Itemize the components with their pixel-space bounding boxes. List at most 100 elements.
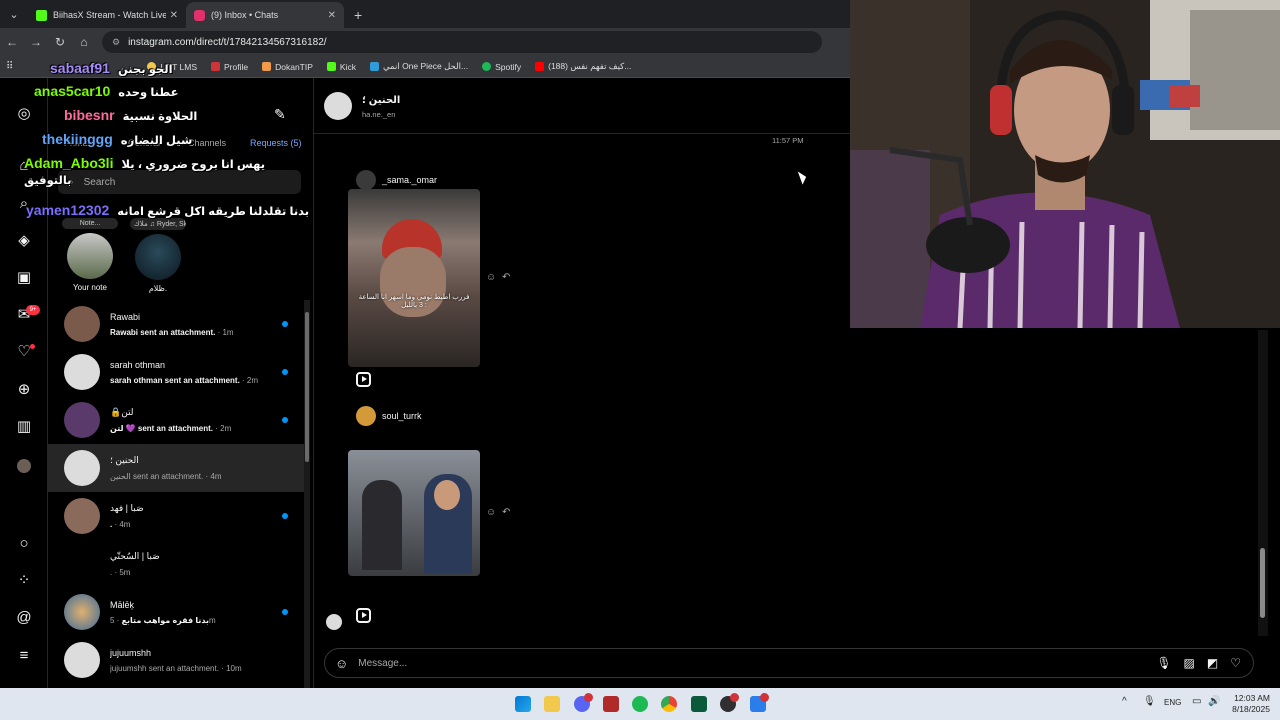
tab-requests[interactable]: Requests (5) — [250, 138, 302, 148]
instagram-logo-icon[interactable]: ◎ — [14, 104, 34, 124]
reply-icon[interactable]: ↶ — [502, 272, 510, 283]
thread-malek[interactable]: Mālēķ بدنا فقره مواهب متابع · 5m — [48, 588, 306, 636]
emoji-icon[interactable]: ☺ — [335, 656, 348, 671]
search-icon[interactable]: ⌕ — [14, 194, 34, 214]
site-info-icon[interactable]: ⚙ — [112, 37, 120, 48]
thread-saba-alsuhti[interactable]: صَبا | السُحتّي . · 5m — [48, 540, 306, 588]
chrome-icon[interactable] — [661, 696, 677, 712]
avatar — [64, 498, 100, 534]
conversation-name[interactable]: الحنين ؛ — [362, 95, 400, 106]
thread-saba-fahd[interactable]: صَبا | فهد . · 4m — [48, 492, 306, 540]
tray-mic-icon[interactable]: 🎙 — [1143, 696, 1156, 707]
thread-text: Rawabi Rawabi sent an attachment. · 1m — [110, 312, 280, 337]
tray-chevron-icon[interactable]: ^ — [1122, 696, 1127, 707]
like-heart-icon[interactable]: ♡ — [1230, 656, 1241, 670]
conversation-username: ha.ne._en — [362, 110, 396, 119]
dashboard-icon[interactable]: ▥ — [14, 417, 34, 437]
bookmark-one-piece[interactable]: انمي One Piece الحل... — [369, 61, 468, 72]
thread-time: · 2m — [242, 375, 259, 385]
note-friend[interactable]: ملاك ♫ Ryder, Skepta ظلام. — [128, 218, 188, 293]
bookmark-youtube[interactable]: (188) كيف تفهم نفس... — [535, 61, 631, 72]
bookmark-profile[interactable]: Profile — [211, 62, 248, 72]
kick-app-icon[interactable] — [691, 696, 707, 712]
search-input[interactable]: ⌕ Search — [58, 170, 301, 194]
also-from-meta-icon[interactable]: ⁘ — [14, 571, 34, 591]
shared-reel-thumbnail[interactable] — [348, 450, 480, 576]
bookmark-spotify[interactable]: Spotify — [482, 62, 521, 72]
thread-latn[interactable]: 🔒لتن لتن 💜 sent an attachment. · 2m — [48, 396, 306, 444]
shared-reel-thumbnail[interactable]: فررب اطبط نومي وما اسهر انا الساعة 3 بال… — [348, 189, 480, 367]
obs-news-icon[interactable] — [603, 696, 619, 712]
forward-icon[interactable]: → — [24, 35, 48, 49]
reload-icon[interactable]: ↻ — [48, 35, 72, 49]
reply-icon[interactable]: ↶ — [502, 507, 510, 518]
thread-name: الحنين ؛ — [110, 455, 139, 465]
tab-instagram-inbox[interactable]: (9) Inbox • Chats ✕ — [186, 2, 344, 28]
reels-icon[interactable]: ▣ — [14, 268, 34, 288]
thread-alhaneen[interactable]: الحنين ؛ الحنين sent an attachment. · 4m — [48, 444, 306, 492]
thread-name: Rawabi — [110, 311, 141, 322]
avatar — [64, 642, 100, 678]
home-icon[interactable]: ⌂ — [72, 35, 96, 49]
new-tab-icon[interactable]: + — [344, 7, 372, 28]
home-icon[interactable]: ⌂ — [14, 156, 34, 176]
thread-name: Mālēķ — [110, 599, 135, 610]
thread-sarah-othman[interactable]: sarah othman sarah othman sent an attach… — [48, 348, 306, 396]
shared-username: _sama._omar — [382, 175, 438, 185]
close-icon[interactable]: ✕ — [328, 10, 336, 21]
close-icon[interactable]: ✕ — [170, 10, 178, 21]
note-name: ظلام. — [148, 284, 168, 293]
conversation-scrollbar[interactable] — [1258, 330, 1268, 636]
threads-app-icon[interactable]: @ — [14, 608, 34, 628]
message-input[interactable]: Message... — [358, 658, 1156, 669]
tab-primary[interactable]: Primary — [64, 138, 95, 148]
message-composer[interactable]: ☺ Message... 🎙 ▨ ◩ ♡ — [324, 648, 1254, 678]
bookmark-label: UST LMS — [160, 61, 198, 72]
url-input[interactable]: ⚙ instagram.com/direct/t/178421345673161… — [102, 31, 822, 53]
new-message-icon[interactable]: ✎ — [274, 106, 286, 123]
system-clock[interactable]: 12:03 AM 8/18/2025 — [1200, 693, 1270, 715]
unread-dot — [282, 513, 288, 519]
tab-general[interactable]: General — [128, 138, 160, 148]
tab-kick-stream[interactable]: BiihasX Stream - Watch Live on ✕ — [28, 2, 186, 28]
threads-icon[interactable]: ○ — [14, 534, 34, 554]
shared-post-author[interactable]: _sama._omar — [356, 170, 437, 190]
start-icon[interactable] — [515, 696, 531, 712]
scrollbar-thumb[interactable] — [305, 312, 309, 462]
note-your-note[interactable]: Note... Your note — [60, 218, 120, 292]
browser-tab-bar: ⌄ BiihasX Stream - Watch Live on ✕ (9) I… — [0, 0, 850, 28]
bookmark-favicon-icon — [147, 62, 157, 71]
bookmark-kick[interactable]: Kick — [326, 62, 356, 72]
scrollbar-thumb[interactable] — [1260, 548, 1265, 618]
tab-channels[interactable]: Channels — [188, 138, 226, 148]
thread-name: صَبا | السُحتّي — [110, 551, 160, 561]
streamer-webcam — [850, 0, 1280, 328]
microphone — [926, 217, 1010, 273]
tab-search-icon[interactable]: ⌄ — [0, 0, 28, 28]
bookmark-label: DokanTIP — [275, 61, 313, 72]
bookmark-ust-lms[interactable]: UST LMS — [147, 62, 197, 72]
react-emoji-icon[interactable]: ☺ — [486, 507, 496, 518]
shared-post-author[interactable]: soul_turrk — [356, 406, 422, 426]
thread-rawabi[interactable]: Rawabi Rawabi sent an attachment. · 1m — [48, 300, 306, 348]
sticker-icon[interactable]: ◩ — [1207, 656, 1218, 670]
more-menu-icon[interactable]: ≡ — [14, 646, 34, 666]
thread-preview: sarah othman sent an attachment. · 2m — [110, 376, 280, 385]
microphone-icon[interactable]: 🎙 — [1156, 656, 1171, 670]
react-emoji-icon[interactable]: ☺ — [486, 272, 496, 283]
avatar — [356, 170, 376, 190]
thread-jujuumshh[interactable]: jujuumshh jujuumshh sent an attachment. … — [48, 636, 306, 684]
bookmark-dokantip[interactable]: DokanTIP — [262, 62, 313, 72]
back-icon[interactable]: ← — [0, 35, 24, 49]
create-icon[interactable]: ⊕ — [14, 380, 34, 400]
profile-avatar[interactable] — [17, 459, 31, 473]
avatar[interactable] — [324, 92, 352, 120]
url-text: instagram.com/direct/t/17842134567316182… — [128, 36, 327, 48]
spotify-icon[interactable] — [632, 696, 648, 712]
inbox-scrollbar[interactable] — [304, 300, 310, 688]
file-explorer-icon[interactable] — [544, 696, 560, 712]
explore-icon[interactable]: ◈ — [14, 231, 34, 251]
language-indicator[interactable]: ENG — [1164, 698, 1181, 707]
apps-grid-icon[interactable]: ⠿ — [6, 61, 13, 72]
image-icon[interactable]: ▨ — [1184, 656, 1195, 670]
